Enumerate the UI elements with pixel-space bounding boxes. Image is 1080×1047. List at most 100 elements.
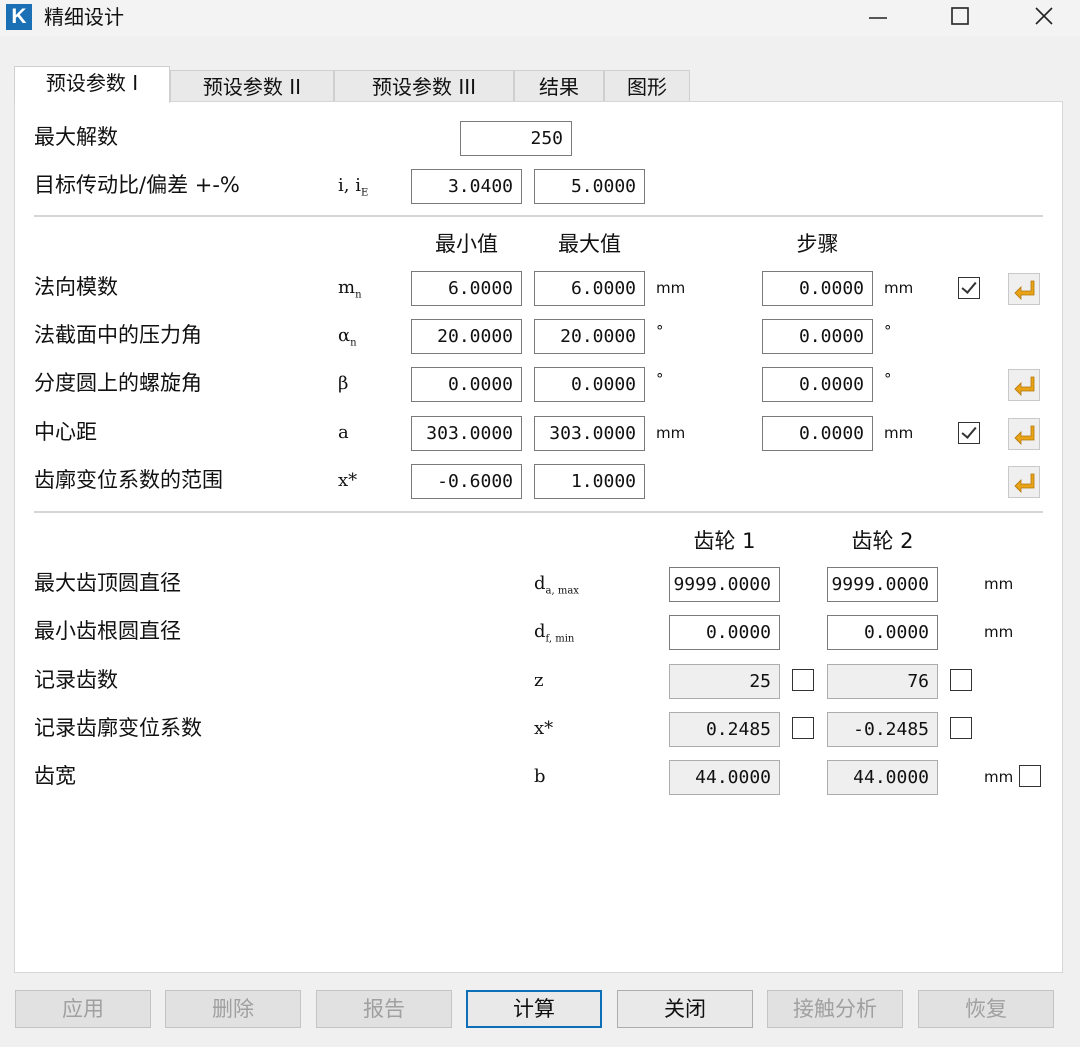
max-tip-diameter-unit: mm (984, 575, 1014, 593)
delete-button[interactable]: 删除 (165, 990, 301, 1028)
max-tip-diameter-gear1-input[interactable]: 9999.0000 (669, 567, 780, 602)
gear1-header: 齿轮 1 (693, 529, 756, 553)
pressure-angle-unit: ° (656, 322, 664, 340)
normal-module-symbol: mn (338, 277, 362, 301)
tooth-count-gear1-checkbox[interactable] (792, 669, 814, 691)
contact-analysis-button[interactable]: 接触分析 (767, 990, 903, 1028)
target-ratio-symbol: i, iE (338, 175, 369, 199)
pressure-angle-max-input[interactable]: 20.0000 (534, 319, 645, 354)
min-root-diameter-gear2-input[interactable]: 0.0000 (827, 615, 938, 650)
maximize-button[interactable] (932, 0, 988, 34)
face-width-symbol: b (534, 766, 546, 787)
tooth-count-gear2-field: 76 (827, 664, 938, 699)
max-header: 最大值 (558, 232, 621, 256)
restore-button[interactable]: 恢复 (918, 990, 1054, 1028)
profile-shift-max-input[interactable]: 1.0000 (534, 464, 645, 499)
normal-module-step-unit: mm (884, 279, 914, 297)
center-distance-step-input[interactable]: 0.0000 (762, 416, 873, 451)
calculate-button[interactable]: 计算 (466, 990, 602, 1028)
pressure-angle-symbol: αn (338, 325, 357, 349)
profile-shift-gear1-checkbox[interactable] (792, 717, 814, 739)
profile-shift-gear1-field: 0.2485 (669, 712, 780, 747)
tab-preset-1[interactable]: 预设参数 I (14, 66, 170, 103)
tab-strip: 预设参数 I 预设参数 II 预设参数 III 结果 图形 (14, 66, 694, 103)
tooth-count-gear2-checkbox[interactable] (950, 669, 972, 691)
tooth-count-gear1-field: 25 (669, 664, 780, 699)
pressure-angle-step-input[interactable]: 0.0000 (762, 319, 873, 354)
helix-angle-label: 分度圆上的螺旋角 (34, 371, 202, 395)
profile-shift-min-input[interactable]: -0.6000 (411, 464, 522, 499)
separator (34, 215, 1043, 217)
center-distance-min-input[interactable]: 303.0000 (411, 416, 522, 451)
normal-module-unit: mm (656, 279, 686, 297)
tooth-count-symbol: z (534, 670, 544, 691)
center-distance-label: 中心距 (34, 420, 97, 444)
pressure-angle-label: 法截面中的压力角 (34, 323, 202, 347)
min-root-diameter-gear1-input[interactable]: 0.0000 (669, 615, 780, 650)
tab-results[interactable]: 结果 (514, 70, 604, 102)
enter-arrow-icon (1014, 376, 1035, 396)
face-width-unit: mm (984, 768, 1014, 786)
app-logo: K (6, 4, 32, 30)
gear2-header: 齿轮 2 (851, 529, 914, 553)
enter-arrow-icon (1014, 473, 1035, 493)
profile-shift-label: 记录齿廓变位系数 (34, 716, 202, 740)
center-distance-symbol: a (338, 422, 349, 443)
helix-angle-max-input[interactable]: 0.0000 (534, 367, 645, 402)
tooth-count-label: 记录齿数 (34, 668, 118, 692)
tab-preset-3[interactable]: 预设参数 III (334, 70, 514, 102)
separator (34, 511, 1043, 513)
center-distance-max-input[interactable]: 303.0000 (534, 416, 645, 451)
max-tip-diameter-label: 最大齿顶圆直径 (34, 571, 181, 595)
enter-arrow-icon (1014, 425, 1035, 445)
minimize-button[interactable] (850, 0, 906, 34)
face-width-gear2-field: 44.0000 (827, 760, 938, 795)
profile-shift-symbol: x* (338, 470, 358, 491)
face-width-checkbox[interactable] (1019, 765, 1041, 787)
step-header: 步骤 (796, 232, 839, 256)
helix-angle-apply-button[interactable] (1008, 369, 1040, 401)
profile-shift-coef-symbol: x* (534, 718, 554, 739)
normal-module-min-input[interactable]: 6.0000 (411, 271, 522, 306)
min-root-diameter-label: 最小齿根圆直径 (34, 619, 181, 643)
profile-shift-gear2-field: -0.2485 (827, 712, 938, 747)
normal-module-max-input[interactable]: 6.0000 (534, 271, 645, 306)
tab-graphics[interactable]: 图形 (604, 70, 690, 102)
center-distance-unit: mm (656, 424, 686, 442)
ratio-deviation-input[interactable]: 5.0000 (534, 169, 645, 204)
min-header: 最小值 (435, 232, 498, 256)
tab-preset-2[interactable]: 预设参数 II (170, 70, 334, 102)
max-solutions-label: 最大解数 (34, 125, 118, 149)
pressure-angle-min-input[interactable]: 20.0000 (411, 319, 522, 354)
min-root-diameter-symbol: df, min (534, 621, 575, 645)
close-button[interactable]: 关闭 (617, 990, 753, 1028)
face-width-gear1-field: 44.0000 (669, 760, 780, 795)
profile-shift-gear2-checkbox[interactable] (950, 717, 972, 739)
helix-angle-min-input[interactable]: 0.0000 (411, 367, 522, 402)
title-bar: K 精细设计 (0, 0, 1080, 36)
target-ratio-input[interactable]: 3.0400 (411, 169, 522, 204)
normal-module-step-input[interactable]: 0.0000 (762, 271, 873, 306)
max-tip-diameter-gear2-input[interactable]: 9999.0000 (827, 567, 938, 602)
normal-module-apply-button[interactable] (1008, 273, 1040, 305)
minimize-icon (869, 17, 887, 19)
max-solutions-input[interactable]: 250 (460, 121, 572, 156)
window-title: 精细设计 (44, 5, 124, 29)
helix-angle-step-input[interactable]: 0.0000 (762, 367, 873, 402)
center-distance-apply-button[interactable] (1008, 418, 1040, 450)
close-window-button[interactable] (1016, 0, 1072, 34)
close-icon (1035, 7, 1053, 25)
normal-module-label: 法向模数 (34, 275, 118, 299)
max-tip-diameter-symbol: da, max (534, 573, 579, 597)
profile-shift-apply-button[interactable] (1008, 466, 1040, 498)
face-width-label: 齿宽 (34, 764, 76, 788)
helix-angle-step-unit: ° (884, 370, 892, 388)
maximize-icon (951, 7, 969, 25)
report-button[interactable]: 报告 (316, 990, 452, 1028)
normal-module-checkbox[interactable] (958, 277, 980, 299)
target-ratio-label: 目标传动比/偏差 +-% (34, 173, 240, 197)
center-distance-checkbox[interactable] (958, 422, 980, 444)
helix-angle-unit: ° (656, 370, 664, 388)
apply-button[interactable]: 应用 (15, 990, 151, 1028)
center-distance-step-unit: mm (884, 424, 914, 442)
